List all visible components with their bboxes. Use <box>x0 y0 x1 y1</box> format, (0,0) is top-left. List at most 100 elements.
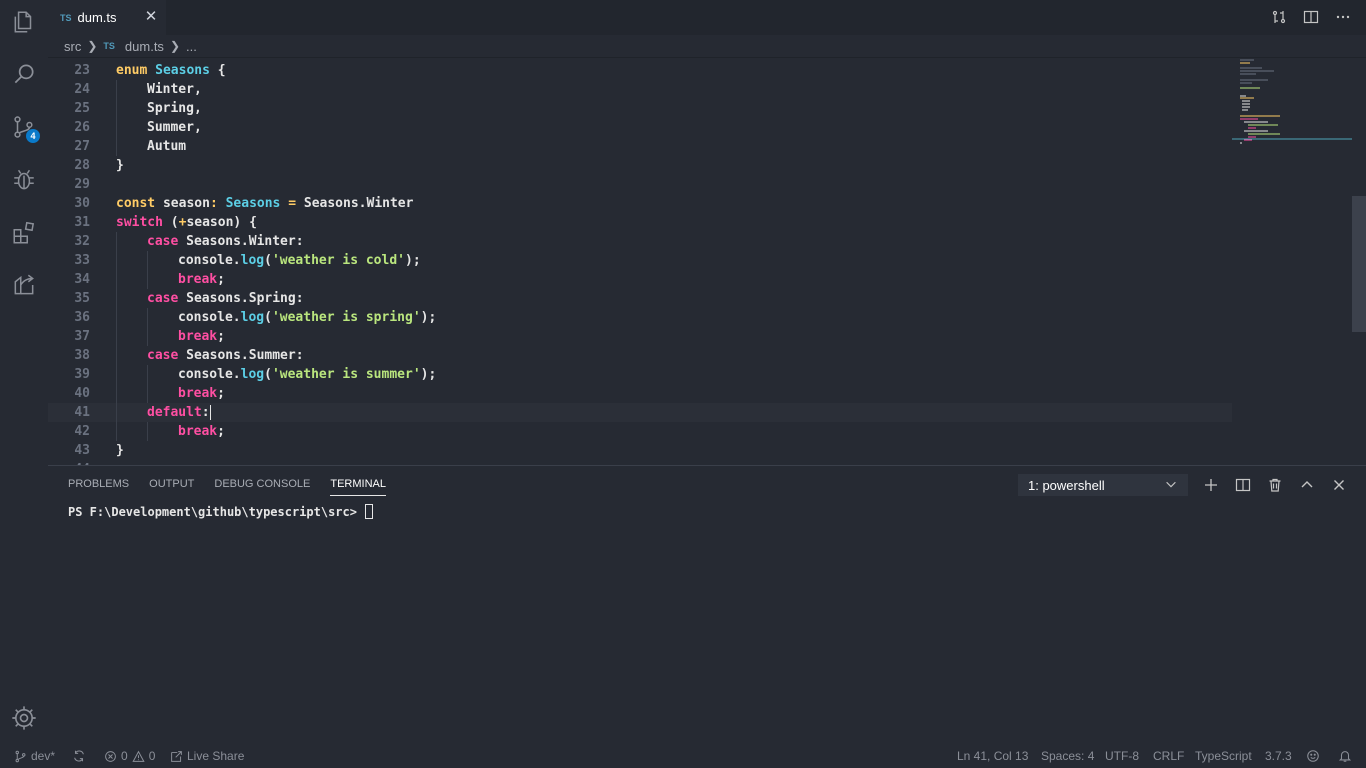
code-text: console.log('weather is spring'); <box>178 308 436 327</box>
new-terminal-icon[interactable] <box>1202 476 1220 494</box>
indent-guide <box>147 422 148 441</box>
text-caret <box>209 405 211 420</box>
panel-actions <box>1202 476 1348 494</box>
maximize-panel-icon[interactable] <box>1298 476 1316 494</box>
terminal-output[interactable]: PS F:\Development\github\typescript\src> <box>68 504 373 519</box>
tab-debug-console[interactable]: DEBUG CONSOLE <box>214 478 310 496</box>
tab-output[interactable]: OUTPUT <box>149 478 194 496</box>
code-line[interactable]: 33 console.log('weather is cold'); <box>48 251 1232 270</box>
code-line[interactable]: 37 break; <box>48 327 1232 346</box>
code-text: default: <box>147 403 211 422</box>
line-number: 27 <box>74 139 90 154</box>
code-token: ); <box>405 253 421 268</box>
panel-tabs: PROBLEMS OUTPUT DEBUG CONSOLE TERMINAL <box>68 478 386 496</box>
code-line[interactable]: 23 enum Seasons { <box>48 61 1232 80</box>
code-token: ); <box>420 367 437 382</box>
indentation[interactable]: Spaces: 4 <box>1041 749 1094 763</box>
branch-indicator[interactable]: dev* <box>14 749 55 763</box>
tab-dum-ts[interactable]: TS dum.ts ✕ <box>48 0 166 35</box>
code-line[interactable]: 39 console.log('weather is summer'); <box>48 365 1232 384</box>
code-line[interactable]: 29 <box>48 175 1232 194</box>
breadcrumb-folder[interactable]: src <box>64 39 81 54</box>
code-token: Autum <box>147 139 187 154</box>
indent-guide <box>116 365 117 384</box>
settings-gear-icon[interactable] <box>10 704 38 732</box>
code-line[interactable]: 40 break; <box>48 384 1232 403</box>
close-icon[interactable]: ✕ <box>144 9 158 24</box>
code-token: log <box>240 310 265 325</box>
indent-guide <box>147 327 148 346</box>
code-line[interactable]: 28} <box>48 156 1232 175</box>
breadcrumb-symbols[interactable]: ... <box>186 39 197 54</box>
debug-icon[interactable] <box>10 166 38 194</box>
code-line[interactable]: 25 Spring, <box>48 99 1232 118</box>
encoding[interactable]: UTF-8 <box>1105 749 1139 763</box>
code-token: ; <box>217 272 225 287</box>
editor-scrollbar[interactable] <box>1352 196 1366 332</box>
code-line[interactable]: 30 const season: Seasons = Seasons.Winter <box>48 194 1232 213</box>
feedback-smiley-icon[interactable] <box>1306 749 1320 763</box>
search-icon[interactable] <box>10 60 38 88</box>
line-number: 25 <box>74 101 90 116</box>
branch-name: dev* <box>31 749 56 763</box>
split-terminal-icon[interactable] <box>1234 476 1252 494</box>
trash-icon[interactable] <box>1266 476 1284 494</box>
chevron-right-icon: ❯ <box>169 39 180 53</box>
close-panel-icon[interactable] <box>1330 476 1348 494</box>
tab-problems[interactable]: PROBLEMS <box>68 478 129 496</box>
code-line[interactable]: 41 default: <box>48 403 1232 422</box>
line-number: 30 <box>74 196 90 211</box>
code-line[interactable]: 31 switch (+season) { <box>48 213 1232 232</box>
code-line[interactable]: 42 break; <box>48 422 1232 441</box>
terminal-select[interactable]: 1: powershell <box>1018 474 1188 496</box>
code-token: season <box>162 196 210 211</box>
code-line[interactable]: 24 Winter, <box>48 80 1232 99</box>
code-token: } <box>116 443 124 458</box>
typescript-version[interactable]: 3.7.3 <box>1265 749 1292 763</box>
indent-guide <box>116 99 117 118</box>
code-line[interactable]: 32 case Seasons.Winter: <box>48 232 1232 251</box>
extensions-icon[interactable] <box>10 219 38 247</box>
problems-indicator[interactable]: 0 0 <box>104 749 155 763</box>
code-token: ; <box>217 329 225 344</box>
code-line[interactable]: 43} <box>48 441 1232 460</box>
explorer-icon[interactable] <box>10 8 38 36</box>
notifications-bell-icon[interactable] <box>1338 749 1352 763</box>
code-token: console. <box>178 253 241 268</box>
code-token: ; <box>217 386 225 401</box>
line-number: 28 <box>74 158 90 173</box>
code-text: } <box>116 156 124 175</box>
live-share-icon <box>171 750 182 762</box>
activity-bar: 4 <box>0 0 48 746</box>
typescript-file-icon: TS <box>103 41 115 51</box>
code-token: : <box>209 196 226 211</box>
code-line[interactable]: 35 case Seasons.Spring: <box>48 289 1232 308</box>
more-actions-icon[interactable] <box>1334 8 1352 26</box>
sync-icon[interactable] <box>72 749 86 763</box>
code-line[interactable]: 26 Summer, <box>48 118 1232 137</box>
code-line[interactable]: 38 case Seasons.Summer: <box>48 346 1232 365</box>
code-token: ; <box>217 424 225 439</box>
code-editor[interactable]: 23 enum Seasons {24 Winter, 25 Spring, 26 Summ… <box>48 57 1366 465</box>
line-ending[interactable]: CRLF <box>1153 749 1184 763</box>
status-bar: dev* 0 0 Live Share Ln 41, Col 13 Spaces… <box>0 746 1366 768</box>
code-line[interactable]: 34 break; <box>48 270 1232 289</box>
line-number: 26 <box>74 120 90 135</box>
code-text: Summer, <box>147 118 202 137</box>
live-share-icon[interactable] <box>10 271 38 299</box>
error-icon <box>105 750 116 762</box>
split-editor-icon[interactable] <box>1302 8 1320 26</box>
language-mode[interactable]: TypeScript <box>1195 749 1252 763</box>
code-token: break <box>178 386 218 401</box>
code-token: break <box>178 272 218 287</box>
minimap[interactable] <box>1232 58 1352 465</box>
code-text: console.log('weather is summer'); <box>178 365 436 384</box>
tab-terminal[interactable]: TERMINAL <box>330 478 386 496</box>
code-line[interactable]: 27 Autum <box>48 137 1232 156</box>
cursor-position[interactable]: Ln 41, Col 13 <box>957 749 1028 763</box>
code-line[interactable]: 36 console.log('weather is spring'); <box>48 308 1232 327</box>
code-token: = <box>280 196 304 211</box>
open-changes-icon[interactable] <box>1270 8 1288 26</box>
breadcrumb-file[interactable]: dum.ts <box>125 39 164 54</box>
live-share-status[interactable]: Live Share <box>170 749 244 763</box>
